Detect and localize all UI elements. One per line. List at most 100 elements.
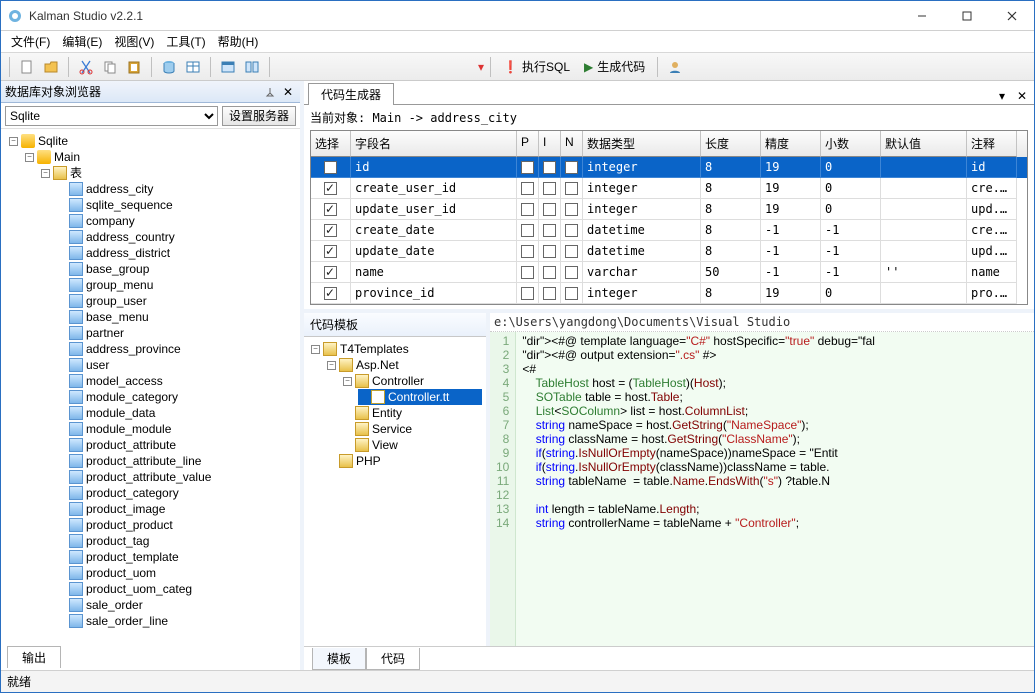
checkbox[interactable]	[521, 182, 534, 195]
checkbox[interactable]	[521, 245, 534, 258]
checkbox[interactable]	[543, 182, 556, 195]
table-item[interactable]: sale_order_line	[55, 613, 298, 629]
column-header[interactable]: 选择	[311, 131, 351, 157]
fields-grid[interactable]: 选择字段名PIN数据类型长度精度小数默认值注释 idinteger8190idc…	[310, 130, 1028, 305]
table-item[interactable]: product_attribute_line	[55, 453, 298, 469]
menu-file[interactable]: 文件(F)	[5, 31, 56, 52]
checkbox[interactable]	[543, 287, 556, 300]
table-item[interactable]: user	[55, 357, 298, 373]
new-icon[interactable]	[16, 56, 38, 78]
output-tab[interactable]: 输出	[7, 646, 61, 668]
copy-icon[interactable]	[99, 56, 121, 78]
menu-view[interactable]: 视图(V)	[108, 31, 160, 52]
checkbox[interactable]	[565, 245, 578, 258]
checkbox[interactable]	[565, 203, 578, 216]
checkbox[interactable]	[324, 182, 337, 195]
h-scrollbar[interactable]	[1, 629, 300, 646]
table-item[interactable]: model_access	[55, 373, 298, 389]
checkbox[interactable]	[543, 245, 556, 258]
checkbox[interactable]	[324, 287, 337, 300]
checkbox[interactable]	[521, 287, 534, 300]
column-header[interactable]: I	[539, 131, 561, 157]
table-item[interactable]: base_group	[55, 261, 298, 277]
checkbox[interactable]	[543, 203, 556, 216]
column-header[interactable]: 字段名	[351, 131, 517, 157]
close-button[interactable]	[989, 2, 1034, 30]
checkbox[interactable]	[324, 266, 337, 279]
table-item[interactable]: sqlite_sequence	[55, 197, 298, 213]
table-row[interactable]: update_datedatetime8-1-1upd...	[311, 241, 1027, 262]
column-header[interactable]: 长度	[701, 131, 761, 157]
table-item[interactable]: product_tag	[55, 533, 298, 549]
exec-sql-button[interactable]: ❗执行SQL	[497, 58, 576, 75]
table-item[interactable]: product_uom	[55, 565, 298, 581]
table-row[interactable]: province_idinteger8190pro...	[311, 283, 1027, 304]
pin-icon[interactable]	[262, 84, 278, 100]
column-header[interactable]: P	[517, 131, 539, 157]
tab-dropdown-icon[interactable]: ▾	[994, 88, 1010, 104]
template-file-selected[interactable]: Controller.tt	[358, 389, 482, 405]
table-item[interactable]: group_menu	[55, 277, 298, 293]
set-server-button[interactable]: 设置服务器	[222, 106, 296, 126]
panel-close-icon[interactable]: ✕	[280, 84, 296, 100]
checkbox[interactable]	[521, 266, 534, 279]
table-item[interactable]: base_menu	[55, 309, 298, 325]
table-item[interactable]: module_data	[55, 405, 298, 421]
checkbox[interactable]	[543, 266, 556, 279]
column-header[interactable]: 精度	[761, 131, 821, 157]
table-item[interactable]: address_country	[55, 229, 298, 245]
checkbox[interactable]	[565, 182, 578, 195]
menu-tools[interactable]: 工具(T)	[160, 31, 211, 52]
table-item[interactable]: module_category	[55, 389, 298, 405]
table-item[interactable]: address_province	[55, 341, 298, 357]
open-icon[interactable]	[40, 56, 62, 78]
table-item[interactable]: address_district	[55, 245, 298, 261]
checkbox[interactable]	[521, 224, 534, 237]
panel-icon[interactable]	[241, 56, 263, 78]
template-tree[interactable]: −T4Templates −Asp.Net −Controller Contro…	[304, 337, 486, 646]
table-item[interactable]: product_category	[55, 485, 298, 501]
template-tab[interactable]: 模板	[312, 648, 366, 670]
column-header[interactable]: 小数	[821, 131, 881, 157]
table-item[interactable]: sale_order	[55, 597, 298, 613]
cut-icon[interactable]	[75, 56, 97, 78]
checkbox[interactable]	[565, 224, 578, 237]
checkbox[interactable]	[521, 161, 534, 174]
column-header[interactable]: N	[561, 131, 583, 157]
table-item[interactable]: address_city	[55, 181, 298, 197]
code-editor[interactable]: 1234567891011121314 "dir"><#@ template l…	[490, 332, 1034, 646]
table-item[interactable]: group_user	[55, 293, 298, 309]
table-item[interactable]: product_attribute_value	[55, 469, 298, 485]
column-header[interactable]: 数据类型	[583, 131, 701, 157]
menu-edit[interactable]: 编辑(E)	[56, 31, 108, 52]
db-type-select[interactable]: Sqlite	[5, 106, 218, 126]
checkbox[interactable]	[324, 161, 337, 174]
window-icon[interactable]	[217, 56, 239, 78]
table-item[interactable]: product_template	[55, 549, 298, 565]
table-row[interactable]: create_user_idinteger8190cre...	[311, 178, 1027, 199]
tab-close-icon[interactable]: ✕	[1014, 88, 1030, 104]
maximize-button[interactable]	[944, 2, 989, 30]
checkbox[interactable]	[324, 245, 337, 258]
table-item[interactable]: product_image	[55, 501, 298, 517]
table-row[interactable]: create_datedatetime8-1-1cre...	[311, 220, 1027, 241]
column-header[interactable]: 默认值	[881, 131, 967, 157]
checkbox[interactable]	[324, 224, 337, 237]
table-item[interactable]: module_module	[55, 421, 298, 437]
gen-code-button[interactable]: ▶生成代码	[578, 58, 651, 75]
paste-icon[interactable]	[123, 56, 145, 78]
menu-help[interactable]: 帮助(H)	[212, 31, 265, 52]
table-icon[interactable]	[182, 56, 204, 78]
checkbox[interactable]	[565, 161, 578, 174]
db-icon[interactable]	[158, 56, 180, 78]
checkbox[interactable]	[543, 224, 556, 237]
table-row[interactable]: update_user_idinteger8190upd...	[311, 199, 1027, 220]
checkbox[interactable]	[521, 203, 534, 216]
checkbox[interactable]	[543, 161, 556, 174]
db-tree[interactable]: −Sqlite −Main −表 address_citysqlite_sequ…	[1, 129, 300, 629]
table-item[interactable]: product_uom_categ	[55, 581, 298, 597]
expander-icon[interactable]: −	[9, 137, 18, 146]
column-header[interactable]: 注释	[967, 131, 1017, 157]
table-item[interactable]: product_attribute	[55, 437, 298, 453]
table-item[interactable]: partner	[55, 325, 298, 341]
